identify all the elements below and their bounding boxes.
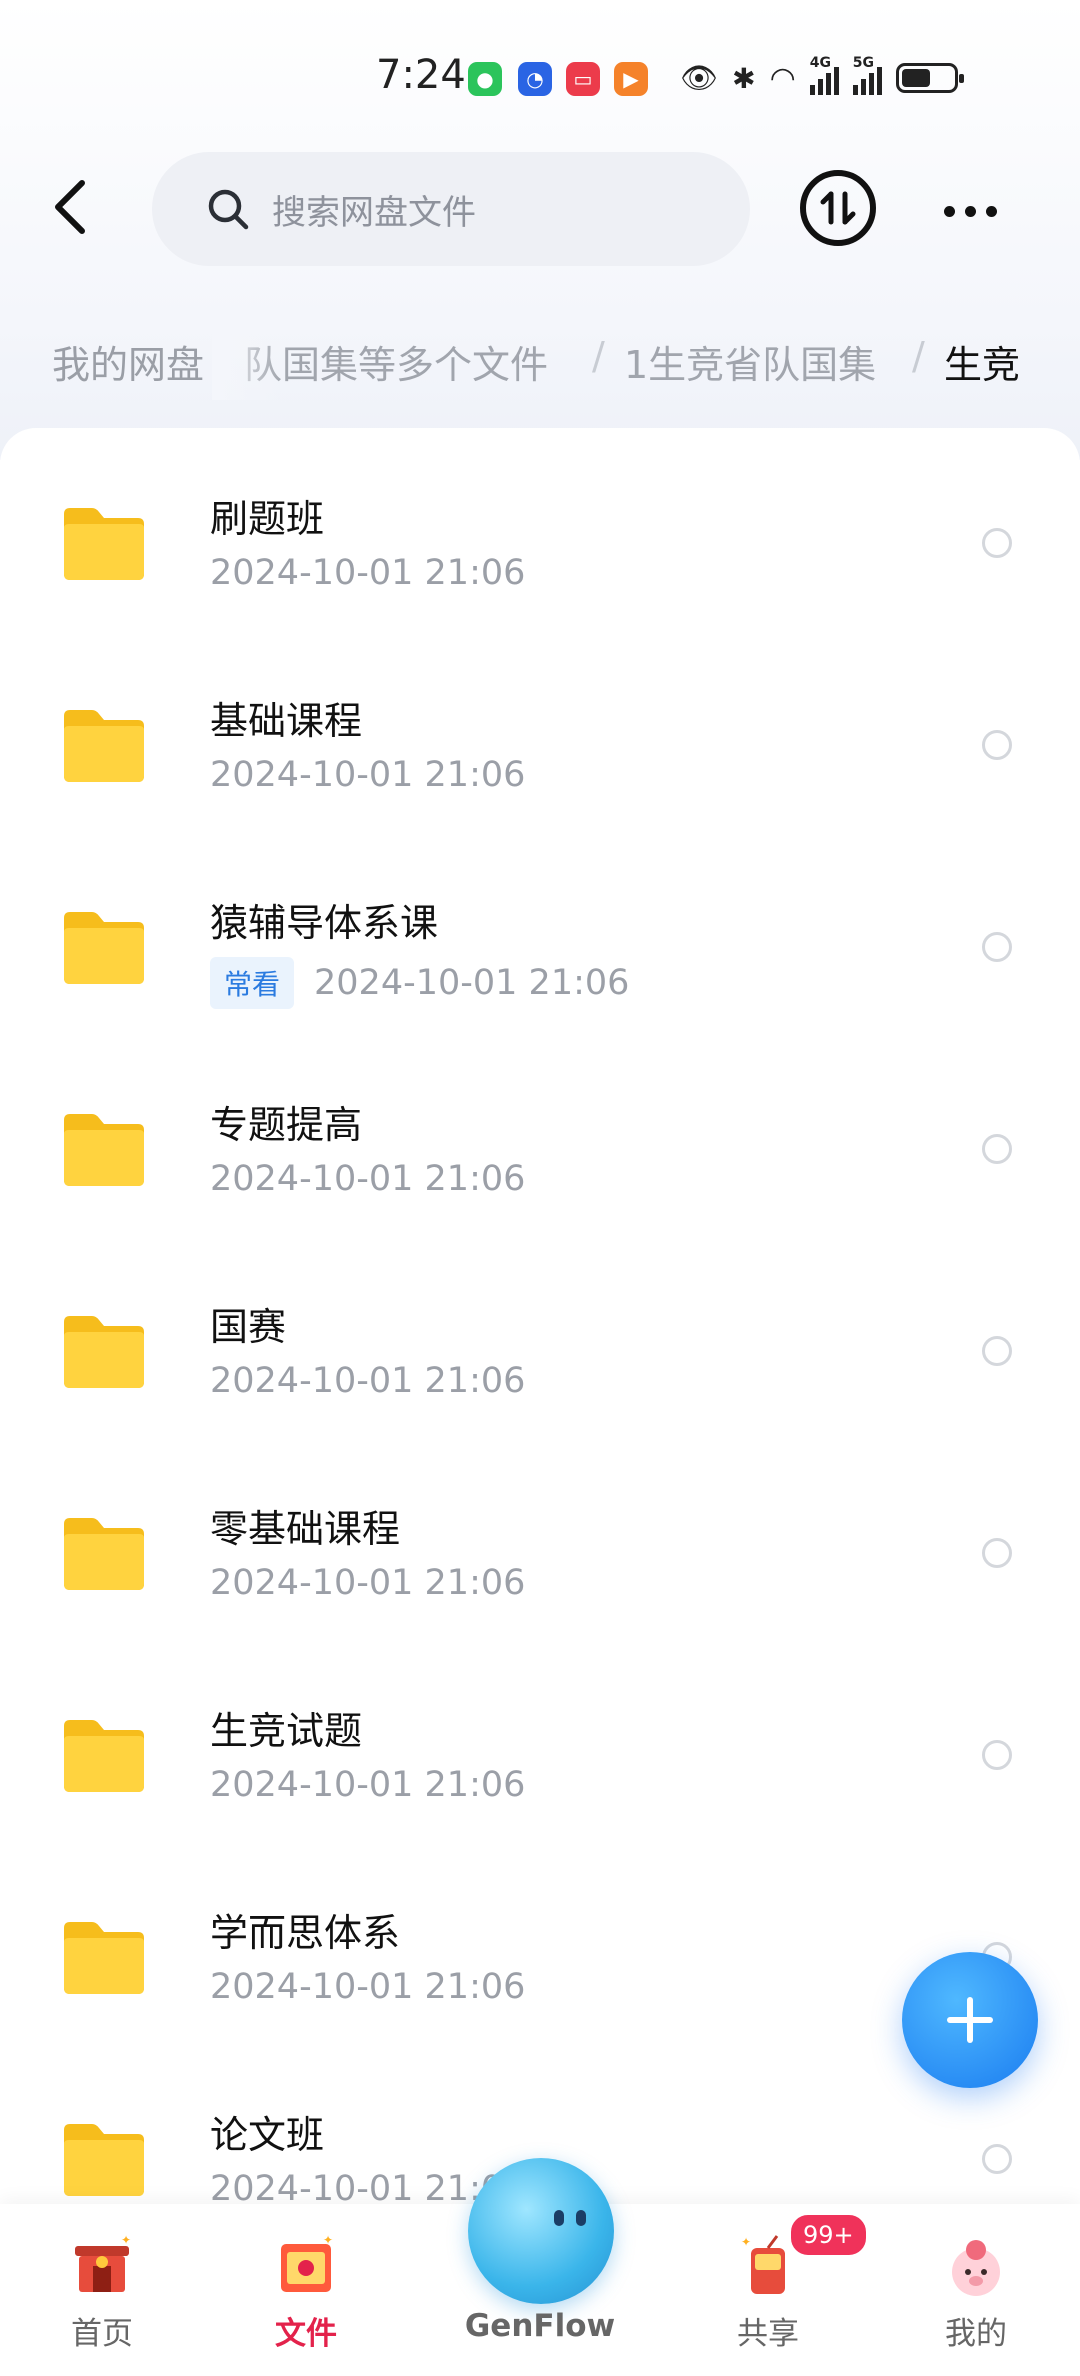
breadcrumb-separator: / <box>912 334 925 378</box>
file-row[interactable]: 零基础课程 2024-10-01 21:06 <box>0 1458 1080 1660</box>
red-app-icon: ▭ <box>566 62 600 96</box>
svg-text:✦: ✦ <box>121 2233 131 2247</box>
folder-icon <box>64 710 144 782</box>
folder-icon <box>64 508 144 580</box>
signal-5g-icon: 5G <box>852 55 882 95</box>
back-button[interactable] <box>40 172 100 242</box>
file-row[interactable]: 生竞试题 2024-10-01 21:06 <box>0 1660 1080 1862</box>
share-notification-badge: 99+ <box>788 2212 869 2258</box>
nav-genflow-label[interactable]: GenFlow <box>440 2308 640 2344</box>
folder-icon <box>64 2124 144 2196</box>
file-time: 2024-10-01 21:06 <box>210 755 526 795</box>
file-meta: 2024-10-01 21:06 <box>210 1967 525 2007</box>
breadcrumb-item[interactable]: 队国集等多个文件 <box>244 334 548 389</box>
select-checkbox[interactable] <box>982 2144 1012 2174</box>
search-icon <box>208 189 249 230</box>
file-meta: 2024-10-01 21:06 <box>210 553 525 593</box>
file-time: 2024-10-01 21:06 <box>210 1765 526 1805</box>
files-icon: ✦ <box>281 2233 333 2292</box>
svg-text:✦: ✦ <box>741 2235 751 2249</box>
select-checkbox[interactable] <box>982 1336 1012 1366</box>
file-time: 2024-10-01 21:06 <box>210 1563 526 1603</box>
breadcrumb-item[interactable]: 1生竞省队国集 <box>624 334 876 389</box>
wifi-icon: ◠ <box>769 60 796 96</box>
file-row[interactable]: 刷题班 2024-10-01 21:06 <box>0 448 1080 650</box>
file-row[interactable]: 基础课程 2024-10-01 21:06 <box>0 650 1080 852</box>
folder-icon <box>64 1114 144 1186</box>
select-checkbox[interactable] <box>982 1740 1012 1770</box>
transfer-button[interactable] <box>800 170 876 246</box>
file-name: 零基础课程 <box>210 1507 401 1551</box>
eye-icon: 👁 <box>680 60 719 96</box>
nav-files[interactable]: ✦ 文件 <box>226 2204 386 2376</box>
more-dot-icon <box>985 205 997 217</box>
mine-avatar-icon <box>952 2240 1000 2296</box>
battery-icon <box>895 63 964 93</box>
select-checkbox[interactable] <box>982 528 1012 558</box>
file-name: 专题提高 <box>210 1103 363 1147</box>
file-time: 2024-10-01 21:06 <box>314 963 630 1003</box>
file-meta: 常看 2024-10-01 21:06 <box>210 957 629 1009</box>
breadcrumb-separator: / <box>592 334 605 378</box>
select-checkbox[interactable] <box>982 730 1012 760</box>
breadcrumb: 队国集等多个文件 / 1生竞省队国集 / 生竞 我的网盘 <box>0 320 1080 400</box>
file-name: 刷题班 <box>210 497 325 541</box>
video-app-icon: ▶ <box>614 62 648 96</box>
nav-home[interactable]: ✦ 首页 <box>22 2204 182 2376</box>
file-row[interactable]: 猿辅导体系课常看 2024-10-01 21:06 <box>0 852 1080 1054</box>
folder-icon <box>64 1922 144 1994</box>
search-placeholder: 搜索网盘文件 <box>272 192 476 233</box>
nav-share-label: 共享 <box>737 2316 799 2352</box>
breadcrumb-current: 生竞 <box>944 343 1021 387</box>
nav-mine[interactable]: 我的 <box>896 2204 1056 2376</box>
file-name: 生竞试题 <box>210 1709 363 1753</box>
select-checkbox[interactable] <box>982 1538 1012 1568</box>
select-checkbox[interactable] <box>982 932 1012 962</box>
folder-icon <box>64 1316 144 1388</box>
file-meta: 2024-10-01 21:06 <box>210 1159 525 1199</box>
breadcrumb-root[interactable]: 我的网盘 <box>52 334 204 389</box>
file-row[interactable]: 国赛 2024-10-01 21:06 <box>0 1256 1080 1458</box>
nav-mine-label: 我的 <box>945 2316 1007 2352</box>
file-name: 论文班 <box>210 2113 325 2157</box>
folder-icon <box>64 912 144 984</box>
transfer-icon <box>820 191 856 225</box>
file-time: 2024-10-01 21:06 <box>210 1159 526 1199</box>
file-name: 猿辅导体系课 <box>210 901 439 945</box>
nav-files-label: 文件 <box>275 2316 337 2352</box>
bulb-app-icon: ◔ <box>518 62 552 96</box>
more-options-button[interactable] <box>930 186 1010 236</box>
frequently-viewed-badge: 常看 <box>210 957 295 1009</box>
file-meta: 2024-10-01 21:06 <box>210 1563 525 1603</box>
file-name: 基础课程 <box>210 699 363 743</box>
file-name: 国赛 <box>210 1305 287 1349</box>
add-button[interactable] <box>902 1952 1038 2088</box>
file-meta: 2024-10-01 21:06 <box>210 1361 525 1401</box>
file-meta: 2024-10-01 21:06 <box>210 1765 525 1805</box>
status-bar: 7:24 ● ◔ ▭ ▶ 👁 ✱ ◠ 4G 5G <box>0 0 1080 150</box>
plus-icon <box>947 1997 993 2043</box>
search-bar[interactable]: 搜索网盘文件 <box>152 152 750 266</box>
svg-text:✦: ✦ <box>323 2233 333 2247</box>
more-dot-icon <box>964 205 976 217</box>
status-time: 7:24 <box>376 52 466 98</box>
file-row[interactable]: 专题提高 2024-10-01 21:06 <box>0 1054 1080 1256</box>
bluetooth-icon: ✱ <box>732 61 756 95</box>
more-dot-icon <box>943 205 955 217</box>
select-checkbox[interactable] <box>982 1134 1012 1164</box>
back-arrow-icon <box>55 180 85 234</box>
signal-4g-icon: 4G <box>809 55 839 95</box>
wechat-icon: ● <box>468 62 502 96</box>
file-time: 2024-10-01 21:06 <box>210 553 526 593</box>
file-meta: 2024-10-01 21:06 <box>210 755 525 795</box>
folder-icon <box>64 1518 144 1590</box>
home-icon: ✦ <box>75 2233 131 2292</box>
file-time: 2024-10-01 21:06 <box>210 1361 526 1401</box>
file-name: 学而思体系 <box>210 1911 401 1955</box>
genflow-mascot-icon[interactable] <box>468 2158 614 2304</box>
nav-home-label: 首页 <box>71 2316 133 2352</box>
file-time: 2024-10-01 21:06 <box>210 1967 526 2007</box>
folder-icon <box>64 1720 144 1792</box>
